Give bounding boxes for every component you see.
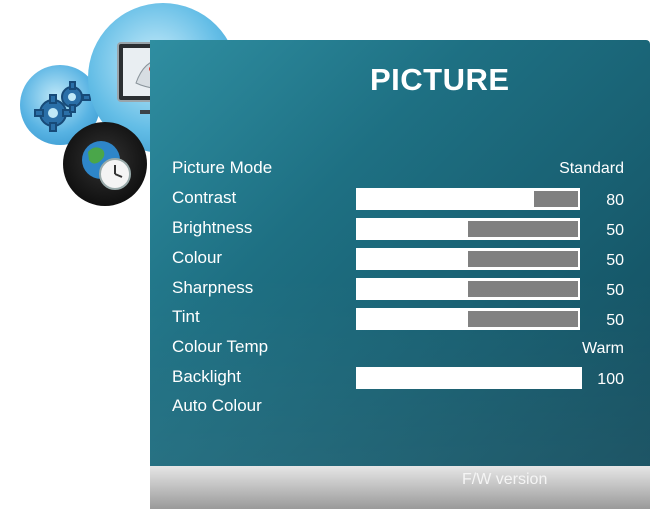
contrast-label[interactable]: Contrast xyxy=(172,188,236,208)
globe-clock-icon xyxy=(82,141,131,190)
backlight-label[interactable]: Backlight xyxy=(172,367,241,387)
colour-label[interactable]: Colour xyxy=(172,248,222,268)
brightness-slider-fill xyxy=(468,221,578,237)
tint-label[interactable]: Tint xyxy=(172,307,200,327)
colour-value: 50 xyxy=(606,252,624,269)
sharpness-slider-fill xyxy=(468,281,578,297)
tint-slider[interactable] xyxy=(356,308,580,330)
sharpness-label[interactable]: Sharpness xyxy=(172,278,253,298)
tint-slider-fill xyxy=(468,311,578,327)
time-category-button[interactable] xyxy=(63,122,147,206)
contrast-slider[interactable] xyxy=(356,188,580,210)
picture-menu-panel: PICTURE Picture Mode Standard Contrast 8… xyxy=(150,40,650,468)
colour-temp-label[interactable]: Colour Temp xyxy=(172,337,268,357)
footer-bar: F/W version xyxy=(150,466,650,509)
sharpness-slider[interactable] xyxy=(356,278,580,300)
firmware-version-text: F/W version xyxy=(462,471,548,488)
colour-slider-fill xyxy=(468,251,578,267)
picture-mode-value[interactable]: Standard xyxy=(559,160,624,178)
contrast-slider-fill xyxy=(534,191,578,207)
picture-mode-label[interactable]: Picture Mode xyxy=(172,158,272,178)
auto-colour-label[interactable]: Auto Colour xyxy=(172,396,262,416)
backlight-value: 100 xyxy=(597,371,624,388)
contrast-value: 80 xyxy=(606,192,624,209)
brightness-slider[interactable] xyxy=(356,218,580,240)
colour-slider[interactable] xyxy=(356,248,580,270)
tint-value: 50 xyxy=(606,312,624,329)
brightness-label[interactable]: Brightness xyxy=(172,218,252,238)
colour-temp-value[interactable]: Warm xyxy=(582,340,624,358)
backlight-slider[interactable] xyxy=(356,367,582,389)
brightness-value: 50 xyxy=(606,222,624,239)
sharpness-value: 50 xyxy=(606,282,624,299)
menu-title: PICTURE xyxy=(370,62,510,97)
